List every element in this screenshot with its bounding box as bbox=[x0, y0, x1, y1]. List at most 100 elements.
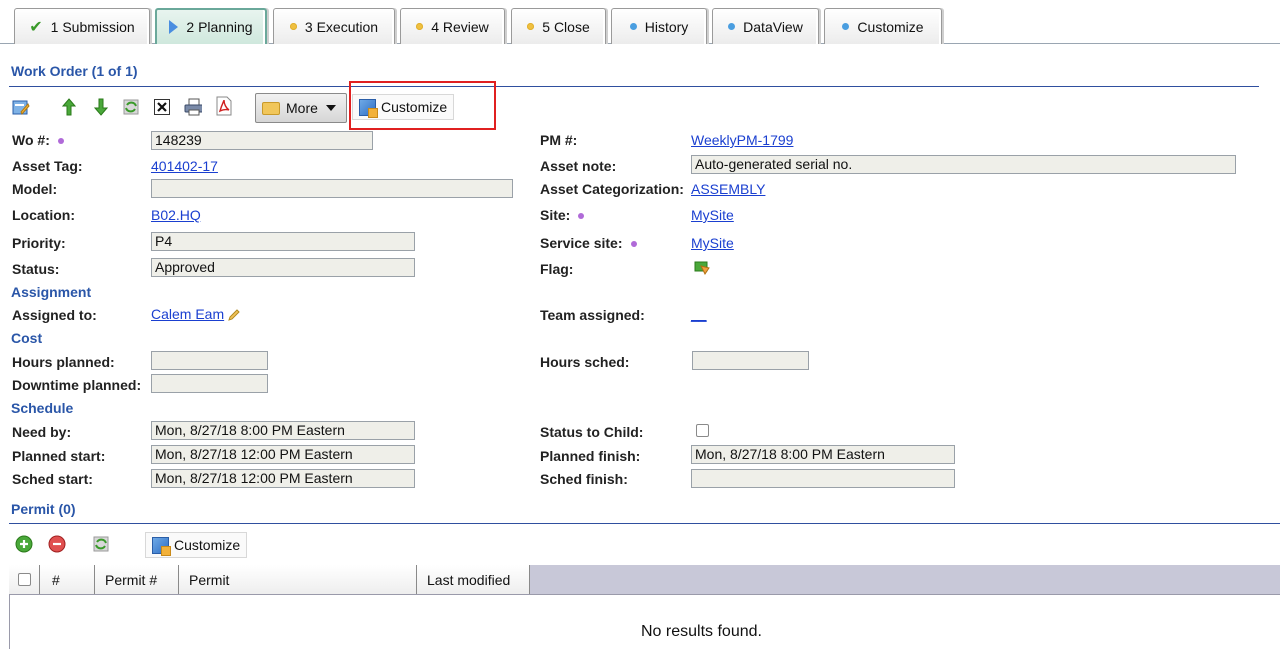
tab-label: 4 Review bbox=[431, 18, 489, 35]
move-up-icon[interactable] bbox=[60, 98, 78, 116]
remove-icon[interactable] bbox=[48, 535, 66, 553]
folder-icon bbox=[262, 101, 280, 115]
flag-label: Flag: bbox=[540, 261, 574, 277]
permit-title: Permit (0) bbox=[11, 501, 76, 517]
schedule-title: Schedule bbox=[11, 400, 74, 416]
pm-number-label: PM #: bbox=[540, 132, 578, 148]
permit-customize-button[interactable]: Customize bbox=[145, 532, 248, 558]
select-all-cell[interactable] bbox=[9, 565, 40, 594]
cost-title: Cost bbox=[11, 330, 43, 346]
need-by-label: Need by: bbox=[12, 424, 72, 440]
tab-label: 1 Submission bbox=[50, 18, 135, 35]
info-dot-icon bbox=[728, 23, 736, 30]
status-dot-icon bbox=[416, 23, 424, 30]
hours-planned-field[interactable] bbox=[151, 351, 268, 370]
required-dot-icon bbox=[57, 138, 64, 145]
asset-categorization-link[interactable]: ASSEMBLY bbox=[691, 181, 765, 197]
tab-label: 2 Planning bbox=[186, 19, 253, 35]
required-dot-icon bbox=[578, 213, 585, 220]
site-label-text: Site: bbox=[540, 207, 571, 223]
planned-finish-label: Planned finish: bbox=[540, 448, 641, 464]
required-dot-icon bbox=[630, 241, 637, 248]
status-to-child-checkbox[interactable] bbox=[696, 424, 709, 437]
empty-state-text: No results found. bbox=[641, 623, 762, 640]
planned-finish-field[interactable]: Mon, 8/27/18 8:00 PM Eastern bbox=[691, 445, 955, 464]
team-assigned-link[interactable]: __ bbox=[691, 306, 707, 322]
tab-label: DataView bbox=[743, 18, 803, 35]
more-label: More bbox=[286, 100, 318, 116]
column-header-permit-number[interactable]: Permit # bbox=[95, 565, 179, 594]
highlight-box bbox=[349, 81, 496, 130]
need-by-field[interactable]: Mon, 8/27/18 8:00 PM Eastern bbox=[151, 421, 415, 440]
tab-customize[interactable]: Customize bbox=[824, 8, 942, 44]
status-to-child-label: Status to Child: bbox=[540, 424, 644, 440]
service-site-link[interactable]: MySite bbox=[691, 235, 734, 251]
model-label: Model: bbox=[12, 181, 58, 197]
status-dot-icon bbox=[289, 23, 297, 30]
asset-categorization-label: Asset Categorization: bbox=[540, 181, 684, 197]
pm-number-link[interactable]: WeeklyPM-1799 bbox=[691, 132, 793, 148]
tab-bar: ✔ 1 Submission 2 Planning 3 Execution 4 … bbox=[0, 0, 1280, 44]
tab-close[interactable]: 5 Close bbox=[511, 8, 606, 44]
tab-dataview[interactable]: DataView bbox=[712, 8, 819, 44]
select-all-checkbox[interactable] bbox=[17, 573, 31, 586]
tab-history[interactable]: History bbox=[611, 8, 707, 44]
wo-number-field[interactable]: 148239 bbox=[151, 131, 373, 150]
site-link[interactable]: MySite bbox=[691, 207, 734, 223]
tab-planning[interactable]: 2 Planning bbox=[155, 8, 267, 44]
tab-submission[interactable]: ✔ 1 Submission bbox=[14, 8, 150, 44]
planned-start-field[interactable]: Mon, 8/27/18 12:00 PM Eastern bbox=[151, 445, 415, 464]
tab-review[interactable]: 4 Review bbox=[400, 8, 505, 44]
pdf-icon[interactable] bbox=[215, 96, 233, 116]
refresh-icon[interactable] bbox=[122, 98, 140, 116]
asset-note-label: Asset note: bbox=[540, 158, 617, 174]
more-button[interactable]: More bbox=[255, 93, 347, 123]
service-site-label: Service site: bbox=[540, 235, 637, 251]
assigned-to-label: Assigned to: bbox=[12, 307, 97, 323]
team-assigned-label: Team assigned: bbox=[540, 307, 645, 323]
assignment-title: Assignment bbox=[11, 284, 92, 300]
priority-label: Priority: bbox=[12, 235, 66, 251]
close-icon[interactable] bbox=[153, 98, 171, 116]
customize-icon bbox=[152, 536, 171, 556]
status-label: Status: bbox=[12, 261, 60, 277]
move-down-icon[interactable] bbox=[92, 98, 110, 116]
sched-start-field[interactable]: Mon, 8/27/18 12:00 PM Eastern bbox=[151, 469, 415, 488]
hours-sched-label: Hours sched: bbox=[540, 354, 630, 370]
info-dot-icon bbox=[842, 23, 850, 30]
add-icon[interactable] bbox=[15, 535, 33, 553]
sched-finish-field[interactable] bbox=[691, 469, 955, 488]
location-link[interactable]: B02.HQ bbox=[151, 207, 201, 223]
tab-label: 5 Close bbox=[542, 18, 590, 35]
info-dot-icon bbox=[629, 23, 637, 30]
sched-finish-label: Sched finish: bbox=[540, 471, 628, 487]
column-header-permit[interactable]: Permit bbox=[179, 565, 417, 594]
service-site-label-text: Service site: bbox=[540, 235, 623, 251]
downtime-planned-label: Downtime planned: bbox=[12, 377, 142, 393]
asset-note-field[interactable]: Auto-generated serial no. bbox=[691, 155, 1236, 174]
tab-label: 3 Execution bbox=[304, 18, 379, 35]
model-field[interactable] bbox=[151, 179, 513, 198]
site-label: Site: bbox=[540, 207, 585, 223]
hours-planned-label: Hours planned: bbox=[12, 354, 115, 370]
priority-field[interactable]: P4 bbox=[151, 232, 415, 251]
asset-tag-link[interactable]: 401402-17 bbox=[151, 158, 218, 174]
permit-grid-header: # Permit # Permit Last modified bbox=[9, 565, 1280, 595]
edit-icon[interactable] bbox=[12, 98, 30, 116]
status-dot-icon bbox=[527, 23, 535, 30]
check-icon: ✔ bbox=[29, 18, 43, 36]
downtime-planned-field[interactable] bbox=[151, 374, 268, 393]
caret-down-icon bbox=[325, 105, 336, 111]
column-header-number[interactable]: # bbox=[40, 565, 95, 594]
print-icon[interactable] bbox=[184, 98, 202, 116]
column-header-last-modified[interactable]: Last modified bbox=[417, 565, 530, 594]
flag-icon[interactable] bbox=[693, 259, 711, 277]
tab-execution[interactable]: 3 Execution bbox=[273, 8, 395, 44]
refresh-icon[interactable] bbox=[92, 535, 110, 553]
pencil-icon[interactable] bbox=[225, 306, 243, 324]
assigned-to-link[interactable]: Calem Eam bbox=[151, 306, 224, 322]
status-field[interactable]: Approved bbox=[151, 258, 415, 277]
asset-tag-label: Asset Tag: bbox=[12, 158, 83, 174]
work-order-title: Work Order (1 of 1) bbox=[11, 63, 138, 79]
hours-sched-field[interactable] bbox=[692, 351, 809, 370]
